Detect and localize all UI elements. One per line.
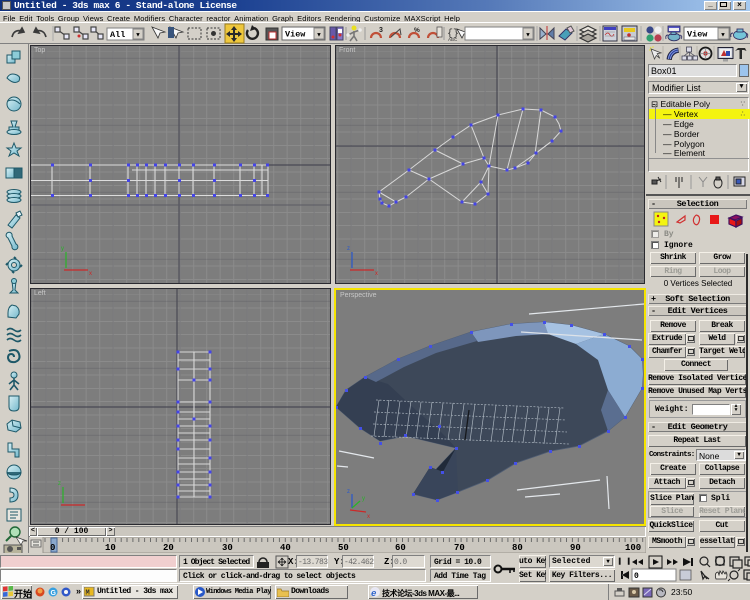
- svg-text:100: 100: [625, 543, 641, 553]
- svg-text:20: 20: [163, 543, 174, 553]
- svg-text:G: G: [51, 590, 57, 597]
- svg-text:70: 70: [454, 543, 465, 553]
- svg-text:3: 3: [379, 27, 383, 34]
- svg-text:▼: ▼: [525, 33, 531, 39]
- svg-text:y: y: [362, 496, 365, 502]
- svg-text:10: 10: [105, 543, 116, 553]
- svg-text:%: %: [414, 27, 420, 34]
- svg-text:30: 30: [222, 543, 233, 553]
- svg-text:x: x: [89, 271, 92, 277]
- svg-text:90: 90: [570, 543, 581, 553]
- svg-text:0: 0: [634, 572, 639, 581]
- svg-text:80: 80: [512, 543, 523, 553]
- svg-text:▼: ▼: [135, 33, 141, 39]
- svg-text:M: M: [86, 590, 90, 598]
- svg-text:40: 40: [280, 543, 291, 553]
- svg-text:z: z: [347, 489, 350, 495]
- svg-text:▼: ▼: [316, 33, 322, 39]
- svg-text:View: View: [285, 30, 306, 40]
- svg-text:x: x: [375, 271, 378, 277]
- svg-text:All: All: [110, 30, 125, 40]
- svg-text:60: 60: [395, 543, 406, 553]
- svg-text:ABC: ABC: [448, 37, 458, 42]
- svg-text:z: z: [58, 481, 61, 487]
- svg-text:e: e: [371, 589, 377, 598]
- svg-text:▼: ▼: [720, 33, 726, 39]
- svg-text:y: y: [61, 246, 64, 252]
- svg-text:View: View: [687, 30, 708, 40]
- svg-text:0: 0: [50, 543, 55, 553]
- svg-text:x: x: [367, 514, 370, 520]
- svg-text:z: z: [347, 246, 350, 252]
- svg-text:50: 50: [338, 543, 349, 553]
